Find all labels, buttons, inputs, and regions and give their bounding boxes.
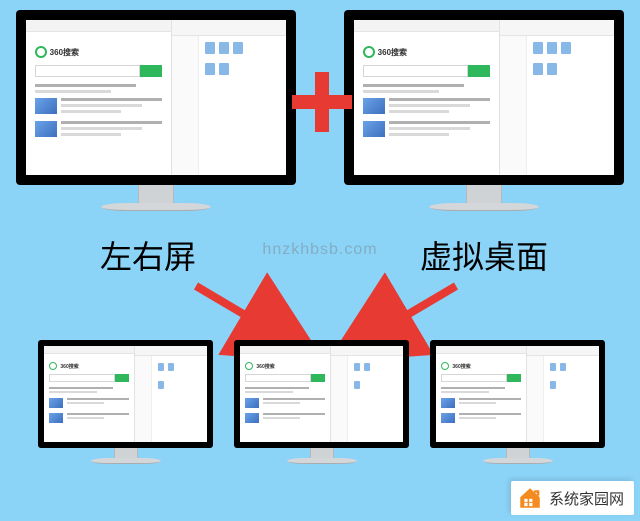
search-logo-icon [35, 46, 47, 58]
result-thumb [35, 98, 57, 114]
monitor-bottom-right: 360搜索 [430, 340, 605, 464]
plus-icon: .plus-wrap .h{position:absolute;width:60… [292, 72, 352, 132]
label-left-right-screen: 左右屏 [100, 232, 196, 278]
search-logo-icon [363, 46, 375, 58]
result-thumb [35, 121, 57, 137]
monitor-top-right: 360搜索 [344, 10, 624, 211]
diagram-canvas: 360搜索 [0, 0, 640, 521]
label-virtual-desktop: 虚拟桌面 [420, 232, 548, 278]
search-input [35, 65, 140, 77]
watermark-corner-text: 系统家园网 [549, 488, 624, 509]
watermark-center: hnzkhbsb.com [262, 241, 377, 259]
house-icon [517, 485, 543, 511]
monitor-bottom-left: 360搜索 [38, 340, 213, 464]
search-bar [35, 65, 162, 77]
search-button [140, 65, 162, 77]
search-brand: 360搜索 [378, 47, 407, 58]
monitor-screen: 360搜索 [26, 20, 286, 175]
monitor-bezel: 360搜索 [16, 10, 296, 185]
search-brand: 360搜索 [50, 47, 79, 58]
browser-chrome [26, 20, 171, 32]
pane-browser: 360搜索 [26, 20, 172, 175]
monitor-bottom-center: 360搜索 [234, 340, 409, 464]
watermark-corner: 系统家园网 [511, 481, 634, 515]
pane-file-manager [172, 20, 286, 175]
monitor-top-left: 360搜索 [16, 10, 296, 211]
